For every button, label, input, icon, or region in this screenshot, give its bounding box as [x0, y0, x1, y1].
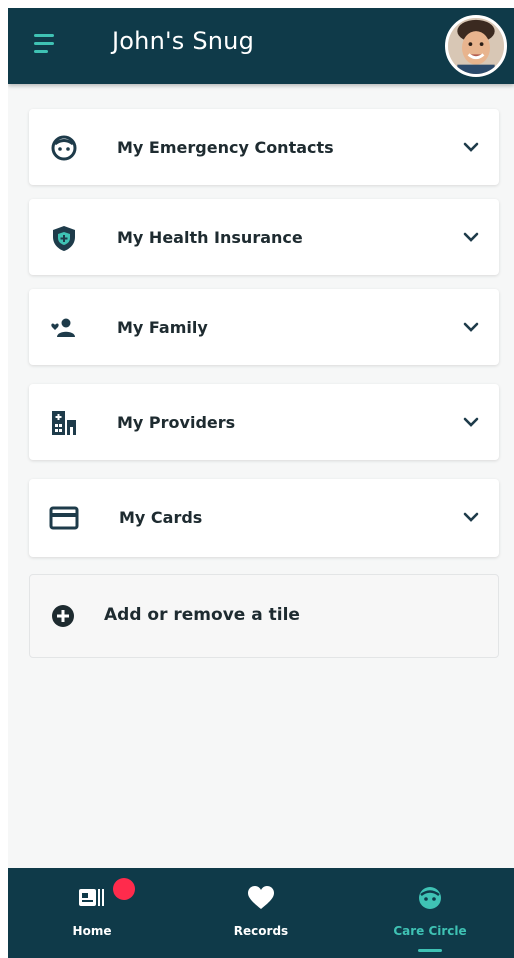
tile-family[interactable]: My Family	[29, 289, 499, 365]
add-remove-tile-button[interactable]: Add or remove a tile	[29, 574, 499, 658]
bottom-nav: Home Records Care Circle	[8, 868, 514, 958]
nav-label: Home	[72, 924, 112, 938]
nav-label: Care Circle	[393, 924, 467, 938]
face-icon	[419, 887, 441, 909]
shield-icon	[53, 226, 75, 251]
chevron-down-icon	[463, 142, 479, 152]
page-title: John's Snug	[112, 27, 255, 55]
tile-label: My Emergency Contacts	[117, 138, 334, 157]
hospital-icon	[52, 411, 76, 435]
nav-care-circle[interactable]: Care Circle	[346, 868, 514, 958]
user-avatar[interactable]	[445, 15, 507, 77]
plus-circle-icon	[52, 605, 74, 627]
nav-home[interactable]: Home	[8, 868, 176, 958]
tile-cards[interactable]: My Cards	[29, 479, 499, 557]
notification-badge	[113, 878, 135, 900]
chevron-down-icon	[463, 512, 479, 522]
nav-label: Records	[233, 924, 289, 938]
chevron-down-icon	[463, 232, 479, 242]
app-screen: John's Snug My Emergency Contacts My Hea…	[8, 8, 514, 958]
chevron-down-icon	[463, 322, 479, 332]
active-indicator	[418, 949, 442, 952]
tile-label: My Health Insurance	[117, 228, 303, 247]
tile-label: My Cards	[119, 508, 203, 527]
nav-records[interactable]: Records	[177, 868, 345, 958]
hamburger-menu-icon[interactable]	[34, 34, 60, 56]
id-card-icon	[79, 889, 104, 906]
tile-emergency-contacts[interactable]: My Emergency Contacts	[29, 109, 499, 185]
face-icon	[51, 135, 77, 161]
heart-icon	[248, 886, 274, 909]
family-icon	[51, 318, 75, 337]
tile-providers[interactable]: My Providers	[29, 384, 499, 460]
add-tile-label: Add or remove a tile	[104, 605, 300, 625]
credit-card-icon	[49, 506, 79, 530]
tile-health-insurance[interactable]: My Health Insurance	[29, 199, 499, 275]
chevron-down-icon	[463, 417, 479, 427]
app-header: John's Snug	[8, 8, 514, 84]
tile-label: My Family	[117, 318, 208, 337]
tile-label: My Providers	[117, 413, 236, 432]
